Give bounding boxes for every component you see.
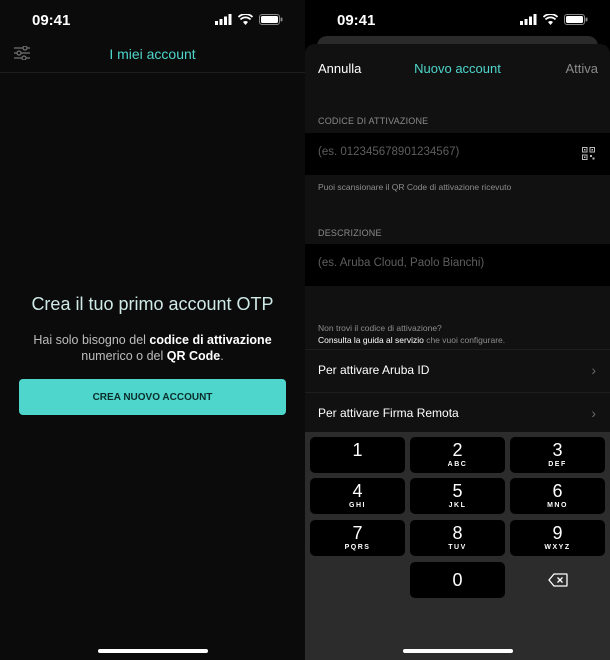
key-letters: GHI [349, 502, 366, 509]
key-digit: 7 [352, 523, 363, 543]
key-letters: DEF [548, 461, 567, 468]
delete-key[interactable] [510, 562, 605, 598]
key-1[interactable]: 1 [310, 437, 405, 473]
key-8[interactable]: 8 TUV [410, 520, 505, 556]
help-text: Non trovi il codice di attivazione? Cons… [318, 322, 505, 346]
key-5[interactable]: 5 JKL [410, 478, 505, 514]
help-suffix: che vuoi configurare. [423, 335, 506, 345]
key-9[interactable]: 9 WXYZ [510, 520, 605, 556]
key-digit: 4 [352, 481, 363, 501]
desc-text-2: numerico o del [81, 349, 167, 363]
chevron-right-icon: › [591, 362, 596, 378]
status-icons [520, 14, 588, 25]
signal-icon [520, 14, 537, 25]
status-bar: 09:41 [0, 0, 305, 38]
key-0[interactable]: 0 [410, 562, 505, 598]
signal-icon [215, 14, 232, 25]
sheet-title: Nuovo account [414, 61, 501, 76]
key-letters: JKL [448, 502, 467, 509]
qr-scan-icon[interactable] [582, 147, 595, 165]
description-label: DESCRIZIONE [318, 228, 382, 238]
key-letters: TUV [448, 544, 467, 551]
key-digit: 1 [352, 440, 363, 460]
backspace-icon [548, 573, 568, 587]
accounts-screen: 09:41 I miei account Crea il tuo primo a… [0, 0, 305, 660]
desc-bold-qr: QR Code [166, 349, 221, 363]
key-letters: MNO [547, 502, 568, 509]
description-field[interactable]: (es. Aruba Cloud, Paolo Bianchi) [305, 244, 610, 286]
new-account-screen: 09:41 Annulla Nuovo account Attiva CODIC… [305, 0, 610, 660]
battery-icon [259, 14, 283, 25]
status-time: 09:41 [32, 12, 71, 29]
key-digit: 8 [452, 523, 463, 543]
link-aruba-id-label: Per attivare Aruba ID [318, 363, 430, 377]
key-4[interactable]: 4 GHI [310, 478, 405, 514]
wifi-icon [238, 14, 253, 25]
activation-code-placeholder: (es. 012345678901234567) [318, 146, 460, 158]
status-bar: 09:41 [305, 0, 610, 38]
key-letters: WXYZ [544, 544, 571, 551]
desc-text-3: . [220, 349, 224, 363]
home-indicator [402, 649, 513, 653]
key-6[interactable]: 6 MNO [510, 478, 605, 514]
page-title: I miei account [109, 46, 196, 62]
key-7[interactable]: 7 PQRS [310, 520, 405, 556]
empty-state-description: Hai solo bisogno del codice di attivazio… [30, 332, 275, 364]
key-digit: 0 [452, 570, 463, 590]
key-digit: 6 [552, 481, 563, 501]
create-account-button[interactable]: CREA NUOVO ACCOUNT [19, 379, 286, 415]
key-digit: 3 [552, 440, 563, 460]
help-question: Non trovi il codice di attivazione? [318, 323, 442, 333]
key-digit: 9 [552, 523, 563, 543]
status-icons [215, 14, 283, 25]
key-letters: ABC [447, 461, 468, 468]
chevron-right-icon: › [591, 405, 596, 421]
key-2[interactable]: 2 ABC [410, 437, 505, 473]
numeric-keyboard: 1 2 ABC 3 DEF 4 GHI 5 JKL 6 MNO 7 PQRS 8 TUV 9W… [305, 432, 610, 660]
activation-code-hint: Puoi scansionare il QR Code di attivazio… [318, 182, 512, 192]
key-3[interactable]: 3 DEF [510, 437, 605, 473]
key-letters: PQRS [344, 544, 371, 551]
description-placeholder: (es. Aruba Cloud, Paolo Bianchi) [318, 257, 485, 269]
help-line: Consulta la guida al servizio che vuoi c… [318, 334, 505, 346]
desc-text-1: Hai solo bisogno del [33, 333, 150, 347]
screens: 09:41 I miei account Crea il tuo primo a… [0, 0, 610, 660]
battery-icon [564, 14, 588, 25]
link-firma-remota[interactable]: Per attivare Firma Remota › [305, 392, 610, 435]
activation-code-field[interactable]: (es. 012345678901234567) [305, 133, 610, 175]
key-digit: 2 [452, 440, 463, 460]
key-digit: 5 [452, 481, 463, 501]
link-firma-remota-label: Per attivare Firma Remota [318, 406, 459, 420]
activate-button[interactable]: Attiva [565, 61, 598, 76]
status-time: 09:41 [337, 12, 376, 29]
wifi-icon [543, 14, 558, 25]
activation-code-label: CODICE DI ATTIVAZIONE [318, 116, 429, 126]
divider [0, 72, 305, 73]
home-indicator [97, 649, 208, 653]
empty-state-title: Crea il tuo primo account OTP [31, 294, 274, 314]
link-aruba-id[interactable]: Per attivare Aruba ID › [305, 349, 610, 392]
desc-bold-code: codice di attivazione [149, 333, 272, 347]
guide-link[interactable]: Consulta la guida al servizio [318, 335, 424, 345]
